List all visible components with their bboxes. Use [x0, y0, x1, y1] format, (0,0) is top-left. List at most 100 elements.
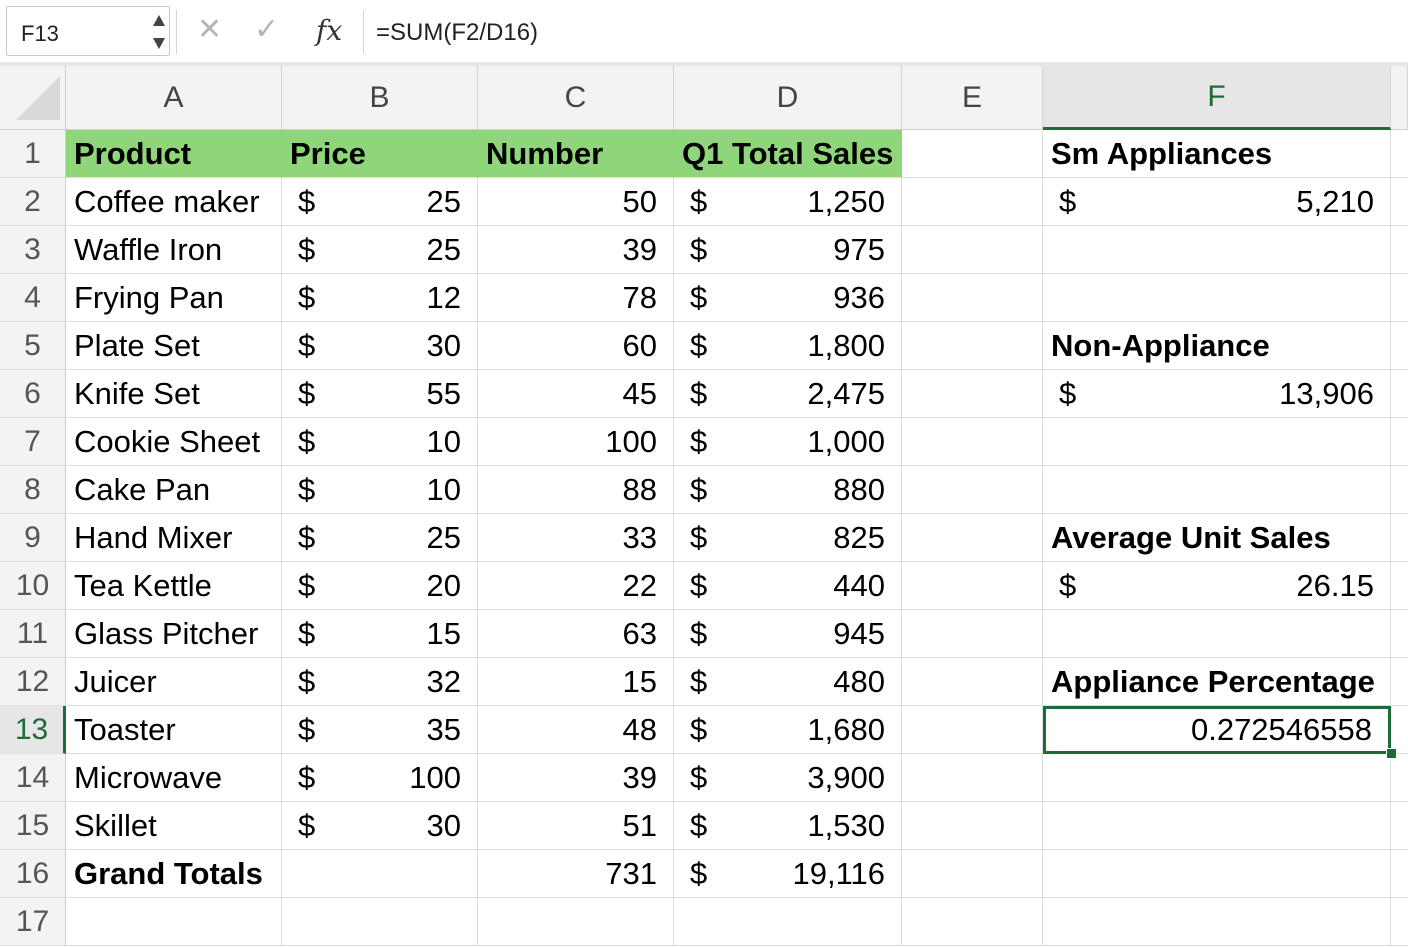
summary-label-appliance-percentage[interactable]: Appliance Percentage: [1043, 658, 1391, 706]
product-name-cell[interactable]: Cookie Sheet: [66, 418, 282, 466]
empty-cell[interactable]: [1391, 466, 1408, 514]
price-cell[interactable]: $32: [282, 658, 478, 706]
sales-cell[interactable]: $3,900: [674, 754, 902, 802]
empty-cell[interactable]: [1391, 370, 1408, 418]
row-header-3[interactable]: 3: [0, 226, 66, 274]
product-name-cell[interactable]: Skillet: [66, 802, 282, 850]
header-cell-a[interactable]: Product: [66, 130, 282, 178]
empty-cell[interactable]: [1043, 610, 1391, 658]
row-header-2[interactable]: 2: [0, 178, 66, 226]
empty-cell[interactable]: [1391, 850, 1408, 898]
product-name-cell[interactable]: Coffee maker: [66, 178, 282, 226]
number-cell[interactable]: 60: [478, 322, 674, 370]
number-cell[interactable]: 22: [478, 562, 674, 610]
summary-label-non-appliance[interactable]: Non-Appliance: [1043, 322, 1391, 370]
header-cell-d[interactable]: Q1 Total Sales: [674, 130, 902, 178]
column-header-c[interactable]: C: [478, 66, 674, 130]
empty-cell[interactable]: [902, 562, 1043, 610]
sales-cell[interactable]: $480: [674, 658, 902, 706]
number-cell[interactable]: 88: [478, 466, 674, 514]
number-cell[interactable]: 63: [478, 610, 674, 658]
empty-cell[interactable]: [66, 898, 282, 946]
row-header-5[interactable]: 5: [0, 322, 66, 370]
row-header-6[interactable]: 6: [0, 370, 66, 418]
empty-cell[interactable]: [1043, 898, 1391, 946]
empty-cell[interactable]: [282, 850, 478, 898]
row-header-8[interactable]: 8: [0, 466, 66, 514]
empty-cell[interactable]: [902, 418, 1043, 466]
empty-cell[interactable]: [902, 322, 1043, 370]
empty-cell[interactable]: [1391, 802, 1408, 850]
sales-cell[interactable]: $1,680: [674, 706, 902, 754]
price-cell[interactable]: $35: [282, 706, 478, 754]
empty-cell[interactable]: [1391, 610, 1408, 658]
number-cell[interactable]: 50: [478, 178, 674, 226]
product-name-cell[interactable]: Frying Pan: [66, 274, 282, 322]
empty-cell[interactable]: [1391, 754, 1408, 802]
fill-handle[interactable]: [1386, 748, 1397, 759]
empty-cell[interactable]: [902, 226, 1043, 274]
empty-cell[interactable]: [902, 370, 1043, 418]
product-name-cell[interactable]: Glass Pitcher: [66, 610, 282, 658]
row-header-14[interactable]: 14: [0, 754, 66, 802]
product-name-cell[interactable]: Knife Set: [66, 370, 282, 418]
empty-cell[interactable]: [1391, 322, 1408, 370]
insert-function-icon[interactable]: fx: [316, 14, 342, 47]
cell-e1[interactable]: [902, 130, 1043, 178]
empty-cell[interactable]: [1391, 898, 1408, 946]
sales-cell[interactable]: $975: [674, 226, 902, 274]
column-header-b[interactable]: B: [282, 66, 478, 130]
price-cell[interactable]: $30: [282, 322, 478, 370]
grand-totals-label[interactable]: Grand Totals: [66, 850, 282, 898]
confirm-icon[interactable]: ✓: [254, 12, 279, 47]
summary-value-average-unit-sales[interactable]: $26.15: [1043, 562, 1391, 610]
sales-cell[interactable]: $1,250: [674, 178, 902, 226]
empty-cell[interactable]: [902, 850, 1043, 898]
product-name-cell[interactable]: Cake Pan: [66, 466, 282, 514]
number-cell[interactable]: 15: [478, 658, 674, 706]
price-cell[interactable]: $15: [282, 610, 478, 658]
summary-label-sm-appliances[interactable]: Sm Appliances: [1043, 130, 1391, 178]
price-cell[interactable]: $10: [282, 466, 478, 514]
name-box-value[interactable]: F13: [21, 21, 59, 47]
number-cell[interactable]: 78: [478, 274, 674, 322]
spreadsheet-grid[interactable]: A B C D E F 1 2 3 4 5 6 7 8 9 10 11 12 13 14 15 16 17 Product Pr…: [0, 66, 1408, 947]
price-cell[interactable]: $10: [282, 418, 478, 466]
empty-cell[interactable]: [1043, 850, 1391, 898]
row-header-9[interactable]: 9: [0, 514, 66, 562]
sales-cell[interactable]: $1,000: [674, 418, 902, 466]
empty-cell[interactable]: [1391, 274, 1408, 322]
price-cell[interactable]: $25: [282, 226, 478, 274]
product-name-cell[interactable]: Tea Kettle: [66, 562, 282, 610]
sales-cell[interactable]: $1,530: [674, 802, 902, 850]
empty-cell[interactable]: [1043, 466, 1391, 514]
empty-cell[interactable]: [1391, 418, 1408, 466]
product-name-cell[interactable]: Juicer: [66, 658, 282, 706]
row-header-10[interactable]: 10: [0, 562, 66, 610]
price-cell[interactable]: $55: [282, 370, 478, 418]
empty-cell[interactable]: [1391, 130, 1408, 178]
empty-cell[interactable]: [902, 754, 1043, 802]
empty-cell[interactable]: [1043, 418, 1391, 466]
empty-cell[interactable]: [1391, 178, 1408, 226]
empty-cell[interactable]: [1391, 562, 1408, 610]
number-cell[interactable]: 100: [478, 418, 674, 466]
summary-value-sm-appliances[interactable]: $5,210: [1043, 178, 1391, 226]
empty-cell[interactable]: [902, 514, 1043, 562]
number-cell[interactable]: 33: [478, 514, 674, 562]
empty-cell[interactable]: [1391, 706, 1408, 754]
summary-value-non-appliance[interactable]: $13,906: [1043, 370, 1391, 418]
product-name-cell[interactable]: Microwave: [66, 754, 282, 802]
empty-cell[interactable]: [902, 898, 1043, 946]
price-cell[interactable]: $20: [282, 562, 478, 610]
empty-cell[interactable]: [478, 898, 674, 946]
empty-cell[interactable]: [902, 178, 1043, 226]
empty-cell[interactable]: [1391, 514, 1408, 562]
summary-label-average-unit-sales[interactable]: Average Unit Sales: [1043, 514, 1391, 562]
row-header-7[interactable]: 7: [0, 418, 66, 466]
column-header-f[interactable]: F: [1043, 66, 1391, 130]
header-cell-c[interactable]: Number: [478, 130, 674, 178]
summary-value-appliance-percentage[interactable]: 0.272546558: [1043, 706, 1391, 754]
empty-cell[interactable]: [674, 898, 902, 946]
empty-cell[interactable]: [1043, 274, 1391, 322]
